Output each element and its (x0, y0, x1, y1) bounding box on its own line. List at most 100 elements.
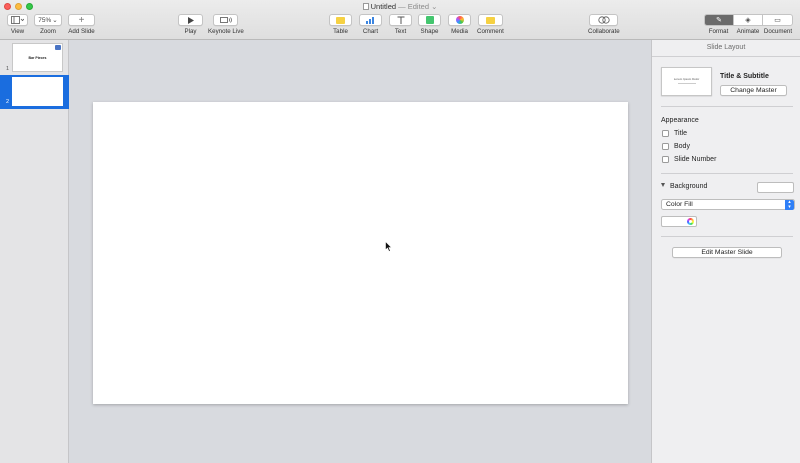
zoom-value: 75% (38, 16, 52, 24)
slide-number-checkbox-label: Slide Number (674, 156, 717, 163)
chevron-down-icon: ⌄ (52, 17, 58, 24)
background-section-toggle[interactable]: Background (661, 183, 707, 190)
add-slide-control: + Add Slide (68, 14, 95, 35)
shape-button[interactable] (418, 14, 441, 26)
mouse-cursor-icon (385, 241, 392, 252)
comment-button[interactable] (477, 14, 503, 26)
body-checkbox-row[interactable]: Body (662, 143, 690, 150)
media-control: Media (448, 14, 471, 35)
slide-number: 1 (6, 66, 10, 72)
format-inspector: Slide Layout Lorem Ipsum Dolor Title & S… (651, 40, 800, 463)
add-slide-button[interactable]: + (68, 14, 95, 26)
zoom-select[interactable]: 75% ⌄ (34, 14, 62, 26)
edited-status: — Edited (398, 2, 429, 11)
zoom-label: Zoom (40, 28, 56, 35)
view-control: View (7, 14, 28, 35)
fill-type-value: Color Fill (666, 201, 693, 208)
document-tab[interactable]: ▭ (763, 15, 792, 25)
title-checkbox-label: Title (674, 130, 687, 137)
view-label: View (10, 28, 25, 35)
document-icon (362, 3, 369, 10)
shape-icon (425, 16, 434, 24)
color-wheel-icon[interactable] (687, 218, 694, 225)
view-button[interactable] (7, 14, 28, 26)
collaborate-icon (598, 16, 610, 24)
text-control: Text (389, 14, 412, 35)
chevron-down-icon[interactable]: ⌄ (431, 2, 437, 11)
comment-label: Comment (477, 28, 504, 35)
play-icon (187, 16, 194, 24)
window-toolbar: Untitled — Edited ⌄ View 75% ⌄ Zoom + Add… (0, 0, 800, 40)
media-button[interactable] (448, 14, 471, 26)
text-button[interactable] (389, 14, 412, 26)
divider (661, 236, 793, 237)
comment-icon (485, 16, 495, 24)
slide-number-checkbox-row[interactable]: Slide Number (662, 156, 716, 163)
chart-button[interactable] (359, 14, 382, 26)
play-label: Play (184, 28, 197, 35)
sidebar-view-icon (11, 16, 24, 24)
appearance-label: Appearance (661, 117, 699, 124)
background-color-well[interactable] (757, 182, 794, 193)
table-icon (336, 16, 345, 24)
collaborate-button[interactable] (589, 14, 619, 26)
document-panel-icon: ▭ (774, 17, 781, 24)
slide-thumbnail-2[interactable]: 2 (0, 75, 69, 109)
collaborate-label: Collaborate (588, 28, 620, 35)
background-label: Background (670, 183, 708, 190)
chart-label: Chart (362, 28, 379, 35)
master-badge-icon (55, 45, 61, 50)
inspector-header: Slide Layout (652, 40, 800, 57)
media-label: Media (451, 28, 468, 35)
master-name: Title & Subtitle (720, 73, 769, 80)
slide-thumb-title: Bar Pieces (28, 56, 47, 60)
play-button[interactable] (178, 14, 203, 26)
comment-control: Comment (477, 14, 504, 35)
inspector-tabs: ✎ ◈ ▭ Format Animate Document (704, 14, 793, 35)
format-label: Format (708, 28, 729, 35)
inspector-segmented-control: ✎ ◈ ▭ (704, 14, 793, 26)
document-label: Document (763, 28, 793, 35)
keynote-live-label: Keynote Live (208, 28, 244, 35)
divider (661, 106, 793, 107)
title-checkbox-row[interactable]: Title (662, 130, 687, 137)
slide-thumbnail-1[interactable]: Bar Pieces 1 (0, 40, 69, 74)
slide-canvas (70, 40, 650, 463)
paintbrush-icon: ✎ (716, 17, 722, 24)
fill-type-select[interactable]: Color Fill ▴ ▾ (661, 199, 795, 210)
edit-master-slide-button[interactable]: Edit Master Slide (672, 247, 782, 258)
master-thumb-text: Lorem Ipsum Dolor (673, 77, 700, 81)
title-checkbox[interactable] (662, 130, 669, 137)
zoom-control: 75% ⌄ Zoom (34, 14, 62, 35)
play-control: Play (178, 14, 203, 35)
table-label: Table (333, 28, 348, 35)
animate-label: Animate (736, 28, 760, 35)
slide-preview (12, 77, 63, 106)
master-thumbnail[interactable]: Lorem Ipsum Dolor (661, 67, 712, 96)
disclosure-triangle-icon[interactable] (661, 183, 665, 187)
text-label: Text (394, 28, 407, 35)
keynote-live-button[interactable] (213, 14, 239, 26)
broadcast-icon (219, 16, 232, 23)
table-control: Table (329, 14, 352, 35)
slide-navigator: Bar Pieces 1 2 (0, 40, 69, 463)
text-icon (397, 16, 404, 24)
master-thumb-subtitle-line (678, 83, 696, 84)
add-slide-label: Add Slide (68, 28, 95, 35)
animate-tab[interactable]: ◈ (734, 15, 763, 25)
format-tab[interactable]: ✎ (705, 15, 734, 25)
select-stepper-icon: ▴ ▾ (785, 200, 794, 210)
keynote-live-control: Keynote Live (208, 14, 244, 35)
change-master-button[interactable]: Change Master (720, 85, 787, 96)
slide-number-checkbox[interactable] (662, 156, 669, 163)
slide-number: 2 (6, 99, 10, 105)
document-name: Untitled (370, 2, 397, 11)
diamond-icon: ◈ (745, 17, 751, 24)
collaborate-control: Collaborate (588, 14, 620, 35)
table-button[interactable] (329, 14, 352, 26)
shape-label: Shape (420, 28, 439, 35)
media-icon (455, 16, 464, 24)
slide-preview: Bar Pieces (12, 43, 63, 72)
body-checkbox[interactable] (662, 143, 669, 150)
current-slide[interactable] (93, 102, 628, 404)
